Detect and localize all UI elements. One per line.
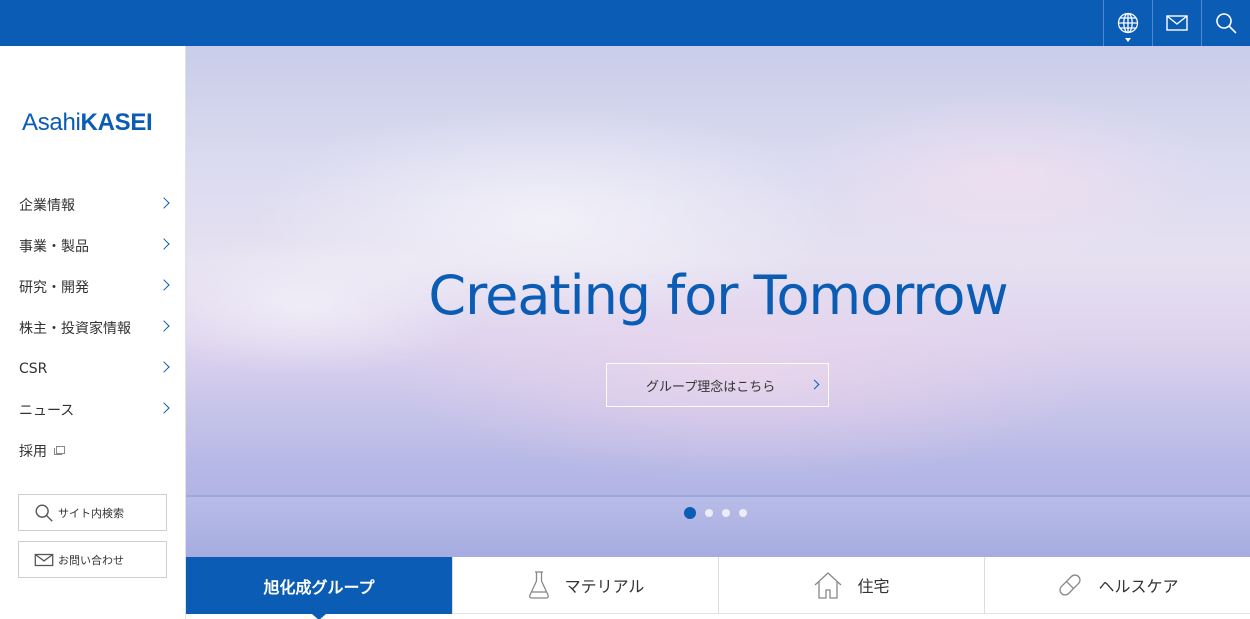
sidebar-item-research[interactable]: 研究・開発 xyxy=(0,266,186,307)
search-icon xyxy=(1214,11,1238,35)
sidebar: AsahiKASEI 企業情報 事業・製品 研究・開発 株主・投資家情報 CSR… xyxy=(0,46,186,619)
search-icon xyxy=(33,502,58,524)
sidebar-item-csr[interactable]: CSR xyxy=(0,348,186,389)
tab-label: 旭化成グループ xyxy=(263,577,375,597)
chevron-right-icon xyxy=(809,379,820,390)
sidebar-nav: 企業情報 事業・製品 研究・開発 株主・投資家情報 CSR ニュース 採用 xyxy=(0,184,186,471)
hero-button-label: グループ理念はこちら xyxy=(646,379,776,395)
site-search-button[interactable]: サイト内検索 xyxy=(18,494,167,531)
sidebar-item-recruit[interactable]: 採用 xyxy=(0,430,186,471)
sidebar-item-label: 企業情報 xyxy=(19,197,75,214)
carousel-dots xyxy=(684,507,747,519)
search-button[interactable] xyxy=(1201,0,1250,46)
hero-banner: Creating for Tomorrow グループ理念はこちら xyxy=(186,46,1250,557)
group-philosophy-button[interactable]: グループ理念はこちら xyxy=(606,363,829,407)
site-search-label: サイト内検索 xyxy=(58,506,124,520)
sidebar-item-label: 採用 xyxy=(19,443,47,460)
chevron-right-icon xyxy=(158,279,170,291)
chevron-right-icon xyxy=(158,361,170,373)
sidebar-item-corporate[interactable]: 企業情報 xyxy=(0,184,186,225)
sidebar-item-business[interactable]: 事業・製品 xyxy=(0,225,186,266)
logo-part1: Asahi xyxy=(22,109,81,136)
sidebar-item-label: 株主・投資家情報 xyxy=(19,320,131,337)
tab-label: マテリアル xyxy=(564,577,645,596)
chevron-right-icon xyxy=(158,320,170,332)
tab-label: ヘルスケア xyxy=(1098,577,1179,596)
house-icon xyxy=(813,570,857,600)
carousel-dot-4[interactable] xyxy=(739,509,747,517)
hero-sea-background xyxy=(186,495,1250,557)
contact-label: お問い合わせ xyxy=(58,553,124,567)
external-link-icon xyxy=(54,446,65,455)
contact-mail-button[interactable] xyxy=(1152,0,1201,46)
sidebar-item-label: 研究・開発 xyxy=(19,279,89,296)
globe-icon xyxy=(1116,11,1140,35)
sidebar-item-news[interactable]: ニュース xyxy=(0,389,186,430)
segment-tabs: 旭化成グループ マテリアル 住宅 ヘルスケア xyxy=(186,557,1250,619)
hero-title: Creating for Tomorrow xyxy=(428,264,1008,327)
tab-material[interactable]: マテリアル xyxy=(452,557,718,614)
mail-icon xyxy=(33,549,58,571)
top-bar-icons xyxy=(1103,0,1250,46)
tab-homes[interactable]: 住宅 xyxy=(718,557,984,614)
sidebar-item-label: CSR xyxy=(19,360,48,377)
carousel-dot-3[interactable] xyxy=(722,509,730,517)
sidebar-item-label: 事業・製品 xyxy=(19,238,89,255)
tab-label: 住宅 xyxy=(857,577,890,596)
flask-icon xyxy=(527,570,565,600)
tab-health-care[interactable]: ヘルスケア xyxy=(984,557,1250,614)
chevron-right-icon xyxy=(158,402,170,414)
capsule-icon xyxy=(1056,571,1098,599)
mail-icon xyxy=(1165,11,1189,35)
sidebar-item-investors[interactable]: 株主・投資家情報 xyxy=(0,307,186,348)
sidebar-item-label: ニュース xyxy=(19,402,75,419)
tab-asahi-kasei-group[interactable]: 旭化成グループ xyxy=(186,557,452,614)
asahi-kasei-logo[interactable]: AsahiKASEI xyxy=(22,109,153,137)
carousel-dot-2[interactable] xyxy=(705,509,713,517)
dropdown-caret-icon xyxy=(1125,38,1131,42)
contact-button[interactable]: お問い合わせ xyxy=(18,541,167,578)
chevron-right-icon xyxy=(158,238,170,250)
language-button[interactable] xyxy=(1103,0,1152,46)
top-bar xyxy=(0,0,1250,46)
chevron-right-icon xyxy=(158,197,170,209)
logo-part2: KASEI xyxy=(80,109,153,136)
carousel-dot-1[interactable] xyxy=(684,507,696,519)
